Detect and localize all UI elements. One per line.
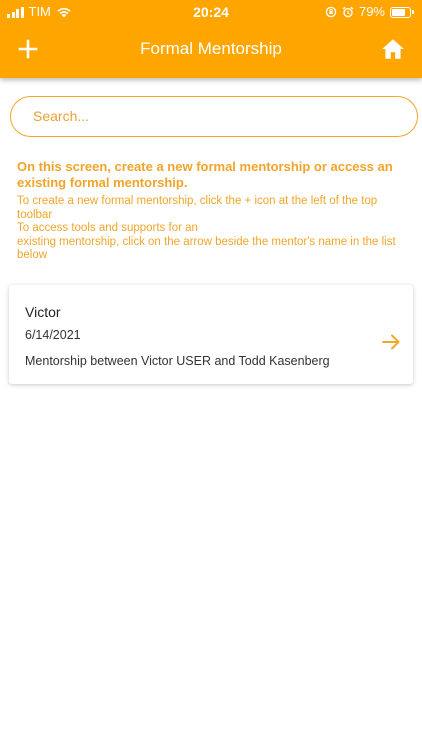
mentor-name: Victor: [25, 304, 61, 320]
help-text: To create a new formal mentorship, click…: [17, 195, 409, 263]
battery-percent: 79%: [358, 4, 385, 19]
orientation-lock-icon: [325, 6, 337, 18]
arrow-right-icon[interactable]: [381, 332, 401, 352]
status-right: 79%: [325, 4, 414, 20]
access-help-text-line2: existing mentorship, click on the arrow …: [17, 235, 396, 262]
access-help-text-line1: To access tools and supports for an: [17, 222, 198, 234]
search-box: [10, 96, 418, 137]
home-icon[interactable]: [380, 36, 406, 62]
create-help-text: To create a new formal mentorship, click…: [17, 195, 378, 221]
battery-icon: [390, 6, 414, 18]
mentorship-card: Victor 6/14/2021 Mentorship between Vict…: [9, 285, 413, 384]
mentorship-date: 6/14/2021: [25, 328, 81, 342]
mentorship-description: Mentorship between Victor USER and Todd …: [25, 354, 330, 368]
search-input[interactable]: [33, 97, 403, 135]
app-header: TIM 20:24 79% Formal Mentorship: [0, 0, 422, 78]
intro-text: On this screen, create a new formal ment…: [17, 159, 393, 190]
alarm-icon: [342, 6, 354, 18]
top-toolbar: Formal Mentorship: [0, 24, 422, 76]
plus-icon[interactable]: [16, 37, 40, 61]
status-bar: TIM 20:24 79%: [0, 0, 422, 24]
page-title: Formal Mentorship: [140, 39, 282, 58]
formal-mentorship-screen: TIM 20:24 79% Formal Mentorship Search..…: [0, 0, 422, 750]
